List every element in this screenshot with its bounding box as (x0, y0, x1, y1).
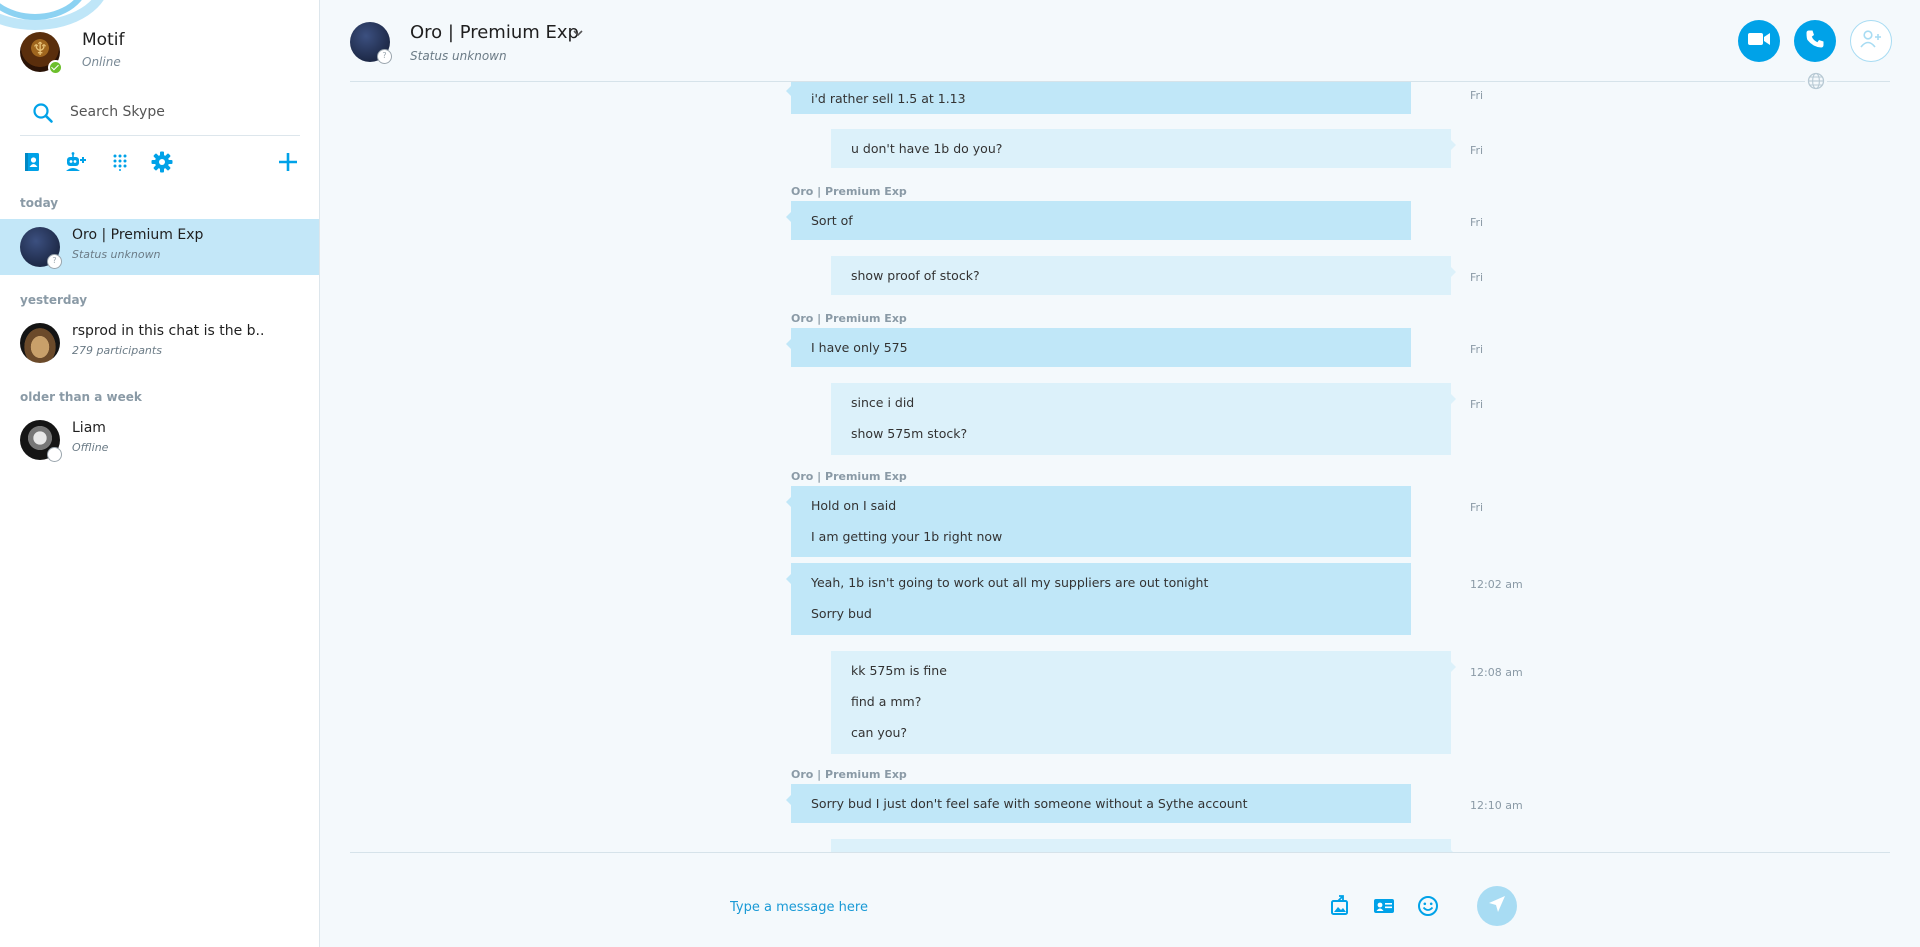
sidebar-toolbar (20, 150, 300, 174)
message-text: can you? (851, 725, 908, 740)
message-time: 12:02 am (1470, 578, 1523, 591)
emoji-icon[interactable] (1415, 893, 1441, 919)
conversation-name: rsprod in this chat is the b.. (72, 323, 265, 339)
message-outgoing[interactable]: kk 575m is fine find a mm? can you? (831, 651, 1456, 754)
section-label-yesterday: yesterday (20, 293, 88, 307)
message-incoming[interactable]: Yeah, 1b isn't going to work out all my … (786, 563, 1411, 635)
message-outgoing[interactable]: u don't have 1b do you? (831, 129, 1456, 168)
offline-presence-icon (47, 447, 62, 462)
message-text: Yeah, 1b isn't going to work out all my … (811, 575, 1209, 590)
conversation-item[interactable]: rsprod in this chat is the b.. 279 parti… (0, 315, 319, 371)
chevron-down-icon[interactable] (572, 24, 584, 43)
profile-status: Online (82, 55, 121, 69)
contacts-icon[interactable] (20, 150, 44, 174)
message-time: Fri (1470, 144, 1484, 157)
message-sender: Oro | Premium Exp (791, 312, 907, 325)
message-text: Sorry bud I just don't feel safe with so… (811, 796, 1248, 811)
message-incoming[interactable]: I have only 575 (786, 328, 1411, 367)
message-time: 12:08 am (1470, 666, 1523, 679)
send-button[interactable] (1477, 886, 1517, 926)
message-text: Sort of (811, 213, 853, 228)
add-person-icon (1859, 29, 1883, 53)
chat-header: ? Oro | Premium Exp Status unknown (350, 0, 1892, 92)
send-icon (1487, 894, 1507, 918)
message-sender: Oro | Premium Exp (791, 470, 907, 483)
message-time: Fri (1470, 271, 1484, 284)
online-presence-icon (48, 60, 63, 75)
message-text: Hold on I said (811, 498, 897, 513)
message-incoming[interactable]: Sorry bud I just don't feel safe with so… (786, 784, 1411, 823)
message-text: i'd rather sell 1.5 at 1.13 (811, 91, 966, 106)
message-text: I am getting your 1b right now (811, 529, 1003, 544)
sidebar: ♆ Motif Online today ? Oro | Premium Exp (0, 0, 320, 947)
message-outgoing[interactable]: show proof of stock? (831, 256, 1456, 295)
message-time: Fri (1470, 343, 1484, 356)
dialpad-icon[interactable] (108, 150, 132, 174)
message-sender: Oro | Premium Exp (791, 185, 907, 198)
contact-card-icon[interactable] (1371, 893, 1397, 919)
message-text: since i did (851, 395, 915, 410)
message-time: Fri (1470, 216, 1484, 229)
chat-status: Status unknown (410, 49, 507, 63)
message-time: Fri (1470, 89, 1484, 102)
message-outgoing[interactable]: since i did show 575m stock? (831, 383, 1456, 455)
message-outgoing-partial[interactable] (831, 839, 1456, 852)
conversation-subtitle: Offline (72, 441, 109, 454)
profile-name: Motif (82, 30, 125, 50)
message-text: kk 575m is fine (851, 663, 947, 678)
message-input[interactable] (730, 897, 1230, 917)
profile-card[interactable]: ♆ Motif Online (20, 30, 300, 75)
audio-call-button[interactable] (1794, 20, 1836, 62)
message-text: show proof of stock? (851, 268, 980, 283)
status-unknown-icon: ? (47, 254, 62, 269)
add-participant-button[interactable] (1850, 20, 1892, 62)
phone-icon (1805, 29, 1825, 53)
new-chat-icon[interactable] (276, 150, 300, 174)
message-text: u don't have 1b do you? (851, 141, 1003, 156)
search-bar[interactable] (20, 96, 300, 136)
search-input[interactable] (70, 100, 290, 124)
message-text: I have only 575 (811, 340, 908, 355)
video-camera-icon (1747, 31, 1771, 51)
message-text: show 575m stock? (851, 426, 968, 441)
message-incoming[interactable]: Hold on I said I am getting your 1b righ… (786, 486, 1411, 557)
conversation-item[interactable]: Liam Offline (0, 412, 319, 468)
avatar (20, 323, 60, 363)
message-sender: Oro | Premium Exp (791, 768, 907, 781)
settings-icon[interactable] (150, 150, 174, 174)
conversation-subtitle: 279 participants (72, 344, 162, 357)
message-time: 12:10 am (1470, 799, 1523, 812)
message-text: Sorry bud (811, 606, 872, 621)
search-icon (32, 102, 54, 128)
add-bot-icon[interactable] (64, 150, 88, 174)
message-list[interactable]: i'd rather sell 1.5 at 1.13 Fri u don't … (350, 82, 1890, 852)
message-incoming[interactable]: i'd rather sell 1.5 at 1.13 (786, 82, 1411, 114)
section-label-older: older than a week (20, 390, 142, 404)
conversation-name: Oro | Premium Exp (72, 227, 204, 243)
section-label-today: today (20, 196, 59, 210)
status-unknown-icon: ? (377, 49, 392, 64)
message-time: Fri (1470, 501, 1484, 514)
message-composer (350, 852, 1890, 947)
message-text: find a mm? (851, 694, 922, 709)
conversation-subtitle: Status unknown (72, 248, 161, 261)
video-call-button[interactable] (1738, 20, 1780, 62)
conversation-name: Liam (72, 420, 106, 436)
send-file-icon[interactable] (1327, 893, 1353, 919)
message-incoming[interactable]: Sort of (786, 201, 1411, 240)
chat-title[interactable]: Oro | Premium Exp (410, 22, 579, 43)
message-time: Fri (1470, 398, 1484, 411)
conversation-item[interactable]: ? Oro | Premium Exp Status unknown (0, 219, 319, 275)
